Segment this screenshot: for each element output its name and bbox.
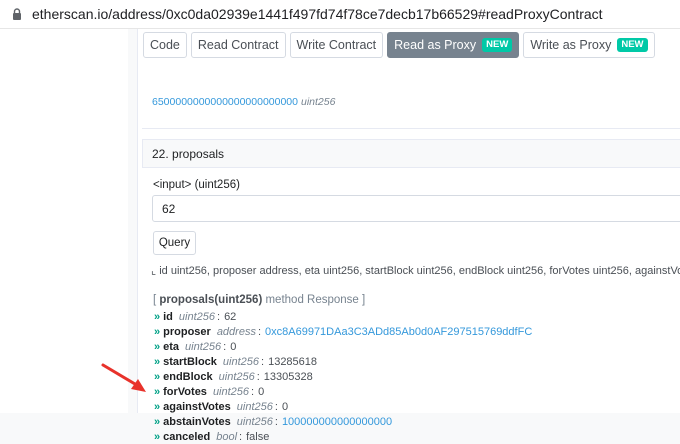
- field-name: forVotes: [163, 385, 207, 398]
- colon: :: [257, 325, 262, 338]
- response-fields: » id uint256:62 » proposer address:0xc8A6997…: [154, 309, 532, 444]
- double-chevron-icon: »: [154, 385, 160, 398]
- tab-read-contract[interactable]: Read Contract: [190, 32, 286, 58]
- input-label: <input> (uint256): [153, 179, 240, 191]
- field-name: canceled: [163, 430, 211, 443]
- tab-code-label: Code: [150, 38, 180, 52]
- previous-result-value: 6500000000000000000000000: [152, 96, 298, 108]
- double-chevron-icon: »: [154, 400, 160, 413]
- colon: :: [217, 310, 221, 323]
- field-row-canceled: » canceled bool: false: [154, 429, 532, 444]
- tab-code[interactable]: Code: [143, 32, 187, 58]
- colon: :: [223, 340, 227, 353]
- proposer-address-link[interactable]: 0xc8A69971DAa3C3ADd85Ab0d0AF297515769ddf…: [265, 326, 532, 338]
- previous-result-type: uint256: [301, 96, 336, 108]
- field-type: uint256: [218, 370, 255, 383]
- response-suffix: method Response ]: [262, 294, 366, 306]
- field-name: id: [163, 310, 173, 323]
- tab-read-as-proxy[interactable]: Read as Proxy NEW: [387, 32, 520, 58]
- colon: :: [274, 400, 278, 413]
- field-name: eta: [163, 340, 180, 353]
- field-name: abstainVotes: [163, 415, 231, 428]
- double-chevron-icon: »: [154, 340, 160, 353]
- left-margin: [0, 29, 128, 413]
- double-chevron-icon: »: [154, 430, 160, 443]
- field-name: startBlock: [163, 355, 217, 368]
- lock-icon: [13, 8, 21, 20]
- field-type: bool: [216, 430, 238, 443]
- colon: :: [274, 415, 278, 428]
- section-title: 22. proposals: [152, 146, 225, 161]
- field-value: 13305328: [263, 370, 313, 383]
- divider: [142, 128, 680, 129]
- field-row-startblock: » startBlock uint256:13285618: [154, 354, 532, 369]
- field-value: 0: [230, 340, 237, 353]
- field-value: 0: [258, 385, 265, 398]
- new-badge: NEW: [617, 38, 648, 52]
- field-row-abstainvotes: » abstainVotes uint256:100000000000000000: [154, 414, 532, 429]
- tab-write-contract[interactable]: Write Contract: [289, 32, 384, 58]
- contract-tabs: Code Read Contract Write Contract Read a…: [143, 32, 655, 58]
- colon: :: [261, 355, 265, 368]
- field-row-againstvotes: » againstVotes uint256:0: [154, 399, 532, 414]
- colon: :: [251, 385, 255, 398]
- double-chevron-icon: »: [154, 370, 160, 383]
- double-chevron-icon: »: [154, 415, 160, 428]
- field-value: 62: [224, 310, 237, 323]
- response-header: [ proposals(uint256) method Response ]: [153, 294, 365, 306]
- return-signature: ⌞ id uint256, proposer address, eta uint…: [151, 264, 680, 277]
- previous-result: 6500000000000000000000000 uint256: [152, 96, 335, 108]
- double-chevron-icon: »: [154, 325, 160, 338]
- field-type: uint256: [236, 400, 273, 413]
- field-type: uint256: [185, 340, 222, 353]
- field-type: uint256: [222, 355, 260, 368]
- field-row-id: » id uint256:62: [154, 309, 532, 324]
- field-row-endblock: » endBlock uint256:13305328: [154, 369, 532, 384]
- field-type: address: [216, 325, 256, 338]
- tab-read-as-proxy-label: Read as Proxy: [394, 38, 477, 52]
- field-name: endBlock: [163, 370, 213, 383]
- field-row-eta: » eta uint256:0: [154, 339, 532, 354]
- colon: :: [239, 430, 243, 443]
- double-chevron-icon: »: [154, 355, 160, 368]
- url-text[interactable]: etherscan.io/address/0xc0da02939e1441f49…: [32, 6, 603, 22]
- contract-panel: Code Read Contract Write Contract Read a…: [137, 29, 680, 443]
- field-row-forvotes: » forVotes uint256:0: [154, 384, 532, 399]
- field-value: 100000000000000000: [281, 415, 393, 428]
- new-badge: NEW: [482, 38, 513, 52]
- field-name: againstVotes: [163, 400, 231, 413]
- tab-write-as-proxy-label: Write as Proxy: [530, 38, 612, 52]
- red-arrow-icon: [101, 363, 146, 392]
- corner-glyph: ⌞: [151, 265, 160, 277]
- field-value: 13285618: [268, 355, 318, 368]
- response-method: proposals(uint256): [159, 294, 263, 306]
- query-button[interactable]: Query: [153, 231, 196, 255]
- field-row-proposer: » proposer address:0xc8A69971DAa3C3ADd85Ab…: [154, 324, 532, 339]
- input-value: 62: [162, 201, 176, 216]
- tab-write-contract-label: Write Contract: [296, 38, 377, 52]
- field-value: 0: [281, 400, 289, 413]
- field-type: uint256: [178, 310, 215, 323]
- signature-text: id uint256, proposer address, eta uint25…: [159, 265, 680, 277]
- field-name: proposer: [163, 325, 211, 338]
- browser-address-bar[interactable]: etherscan.io/address/0xc0da02939e1441f49…: [0, 0, 680, 29]
- field-type: uint256: [236, 415, 273, 428]
- colon: :: [256, 370, 260, 383]
- section-header-proposals[interactable]: 22. proposals: [142, 139, 680, 168]
- double-chevron-icon: »: [154, 310, 160, 323]
- field-type: uint256: [212, 385, 250, 398]
- uint256-input[interactable]: 62: [152, 195, 680, 222]
- tab-read-contract-label: Read Contract: [197, 38, 279, 52]
- tab-write-as-proxy[interactable]: Write as Proxy NEW: [523, 32, 655, 58]
- field-value: false: [246, 430, 270, 443]
